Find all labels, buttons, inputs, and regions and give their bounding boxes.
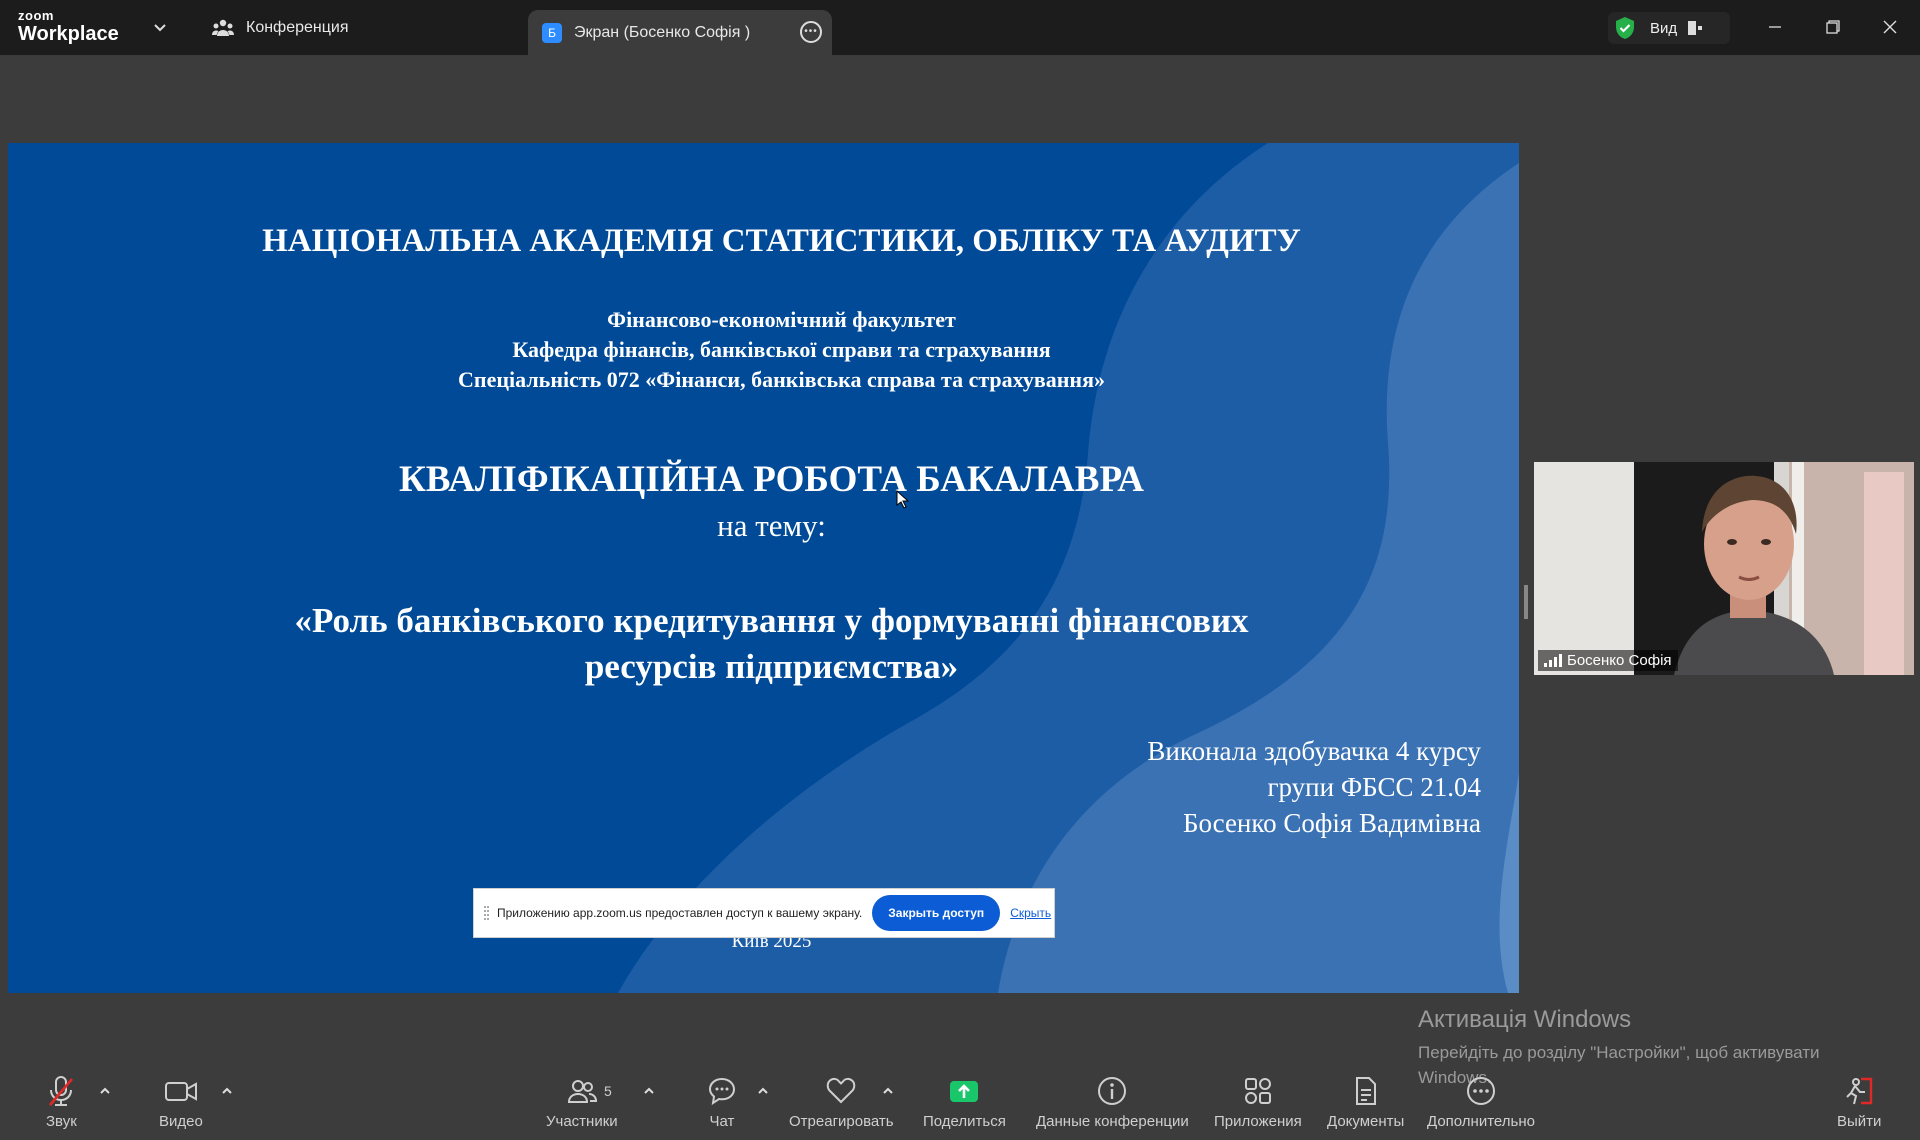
more-options-icon[interactable]: ••• (800, 21, 822, 43)
title-bar: zoom Workplace Конференция Б Экран (Босе… (0, 0, 1920, 55)
slide-faculty-block: Фінансово-економічний факультет Кафедра … (8, 305, 1519, 395)
audio-label: Звук (46, 1113, 77, 1130)
slide-topic-intro: на тему: (717, 508, 826, 543)
slide-author-line-3: Босенко Софія Вадимівна (1182, 808, 1481, 838)
participants-options-caret-icon[interactable] (642, 1084, 656, 1098)
panel-resize-handle[interactable] (1524, 585, 1528, 619)
chat-button[interactable]: Чат (707, 1075, 737, 1130)
shared-screen: НАЦІОНАЛЬНА АКАДЕМІЯ СТАТИСТИКИ, ОБЛІКУ … (8, 143, 1519, 993)
more-icon (1466, 1077, 1495, 1105)
hide-link[interactable]: Скрыть (1010, 906, 1051, 920)
audio-options-caret-icon[interactable] (98, 1084, 112, 1098)
tab-meeting-label: Конференция (246, 18, 349, 36)
drag-handle[interactable] (484, 906, 489, 920)
tab-meeting[interactable]: Конференция (212, 0, 349, 55)
stop-sharing-button[interactable]: Закрыть доступ (872, 895, 1001, 931)
minimize-button[interactable] (1760, 12, 1790, 42)
meeting-info-label: Данные конференции (1036, 1113, 1189, 1130)
chat-options-caret-icon[interactable] (756, 1084, 770, 1098)
video-options-caret-icon[interactable] (220, 1084, 234, 1098)
slide-background (8, 143, 1519, 993)
participant-name: Босенко Софія (1567, 652, 1672, 669)
audio-button[interactable]: Звук (46, 1075, 77, 1130)
zoom-workplace-logo: zoom Workplace (18, 8, 119, 46)
mouse-cursor-icon (896, 490, 910, 509)
restore-button[interactable] (1818, 12, 1848, 42)
slide-title-line-2: ресурсів підприємства» (584, 647, 959, 686)
leave-icon (1846, 1077, 1873, 1105)
video-label: Видео (159, 1113, 203, 1130)
slide-title-line-1: «Роль банківського кредитування у формув… (294, 601, 1249, 640)
sharing-notice-bar: Приложению app.zoom.us предоставлен дост… (473, 888, 1055, 938)
info-icon (1098, 1077, 1127, 1105)
slide-work-type: КВАЛІФІКАЦІЙНА РОБОТА БАКАЛАВРА (398, 459, 1145, 500)
view-label: Вид (1650, 19, 1678, 37)
slide-thesis-title: «Роль банківського кредитування у формув… (8, 598, 1519, 690)
microphone-muted-icon (49, 1076, 74, 1106)
signal-strength-icon (1544, 654, 1562, 667)
tab-screen-label: Экран (Босенко Софія ) (574, 23, 751, 41)
meeting-info-button[interactable]: Данные конференции (1036, 1075, 1189, 1130)
heart-icon (827, 1077, 856, 1104)
react-button[interactable]: Отреагировать (789, 1075, 894, 1130)
participants-icon (567, 1080, 597, 1103)
apps-label: Приложения (1214, 1113, 1302, 1130)
apps-button[interactable]: Приложения (1214, 1075, 1302, 1130)
share-screen-button[interactable]: Поделиться (923, 1075, 1006, 1130)
logo-line-1: zoom (18, 8, 54, 23)
leave-button[interactable]: Выйти (1837, 1075, 1881, 1130)
document-icon (1355, 1077, 1376, 1105)
chat-icon (708, 1077, 736, 1106)
slide-specialty: Спеціальність 072 «Фінанси, банківська с… (458, 367, 1105, 392)
sharing-notice-text: Приложению app.zoom.us предоставлен дост… (497, 906, 863, 920)
slide-faculty: Фінансово-економічний факультет (607, 307, 956, 332)
view-icon (1688, 21, 1703, 35)
slide-author-line-1: Виконала здобувачка 4 курсу (1147, 736, 1481, 766)
slide-academy: НАЦІОНАЛЬНА АКАДЕМІЯ СТАТИСТИКИ, ОБЛІКУ … (262, 223, 1301, 259)
docs-button[interactable]: Документы (1327, 1075, 1404, 1130)
slide-department: Кафедра фінансів, банківської справи та … (512, 337, 1051, 362)
slide-author-line-2: групи ФБСС 21.04 (1267, 772, 1481, 802)
participant-name-tag: Босенко Софія (1538, 650, 1678, 671)
participant-video[interactable]: Босенко Софія (1534, 462, 1914, 675)
react-options-caret-icon[interactable] (881, 1084, 895, 1098)
shield-icon (1616, 17, 1634, 39)
tab-shared-screen[interactable]: Б Экран (Босенко Софія ) ••• (528, 10, 832, 55)
video-feed (1534, 462, 1914, 675)
logo-line-2: Workplace (18, 23, 119, 45)
slide-author-block: Виконала здобувачка 4 курсу групи ФБСС 2… (1147, 733, 1481, 841)
share-label: Поделиться (923, 1113, 1006, 1130)
apps-icon (1244, 1078, 1271, 1104)
participants-label: Участники (546, 1113, 618, 1130)
meeting-icon (212, 19, 234, 36)
react-label: Отреагировать (789, 1113, 894, 1130)
docs-label: Документы (1327, 1113, 1405, 1130)
close-button[interactable] (1875, 12, 1905, 42)
participants-count: 5 (604, 1083, 612, 1099)
more-label: Дополнительно (1427, 1113, 1535, 1130)
more-button[interactable]: Дополнительно (1427, 1075, 1535, 1130)
windows-activation-title: Активація Windows (1418, 1006, 1632, 1033)
video-button[interactable]: Видео (159, 1075, 203, 1130)
chat-label: Чат (709, 1113, 735, 1130)
chevron-down-icon[interactable] (150, 17, 170, 37)
share-screen-icon (950, 1081, 979, 1102)
view-menu[interactable]: Вид (1608, 12, 1730, 44)
camera-icon (164, 1082, 197, 1101)
tab-badge: Б (542, 22, 562, 43)
leave-label: Выйти (1837, 1113, 1882, 1130)
